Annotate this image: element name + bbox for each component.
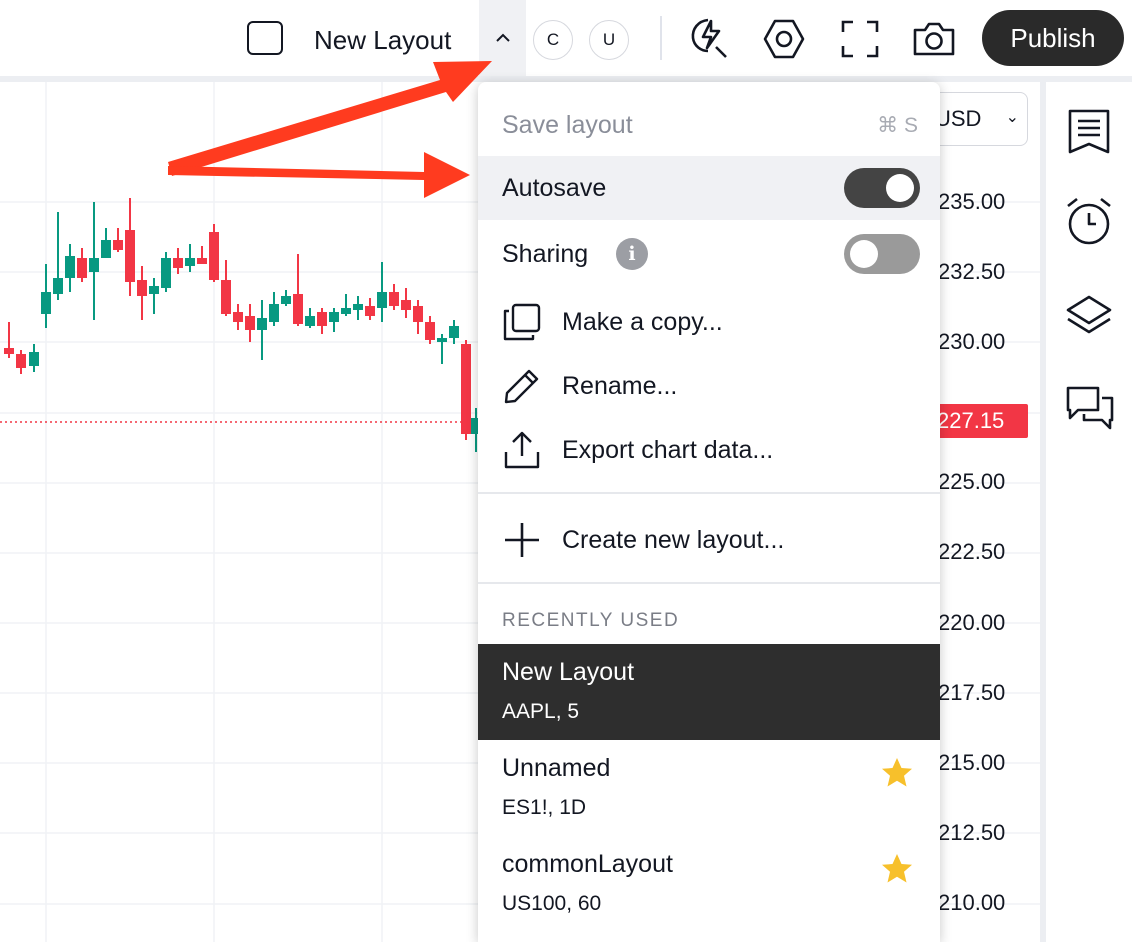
annotation-arrows	[168, 61, 492, 198]
annotation-arrow	[168, 61, 492, 176]
